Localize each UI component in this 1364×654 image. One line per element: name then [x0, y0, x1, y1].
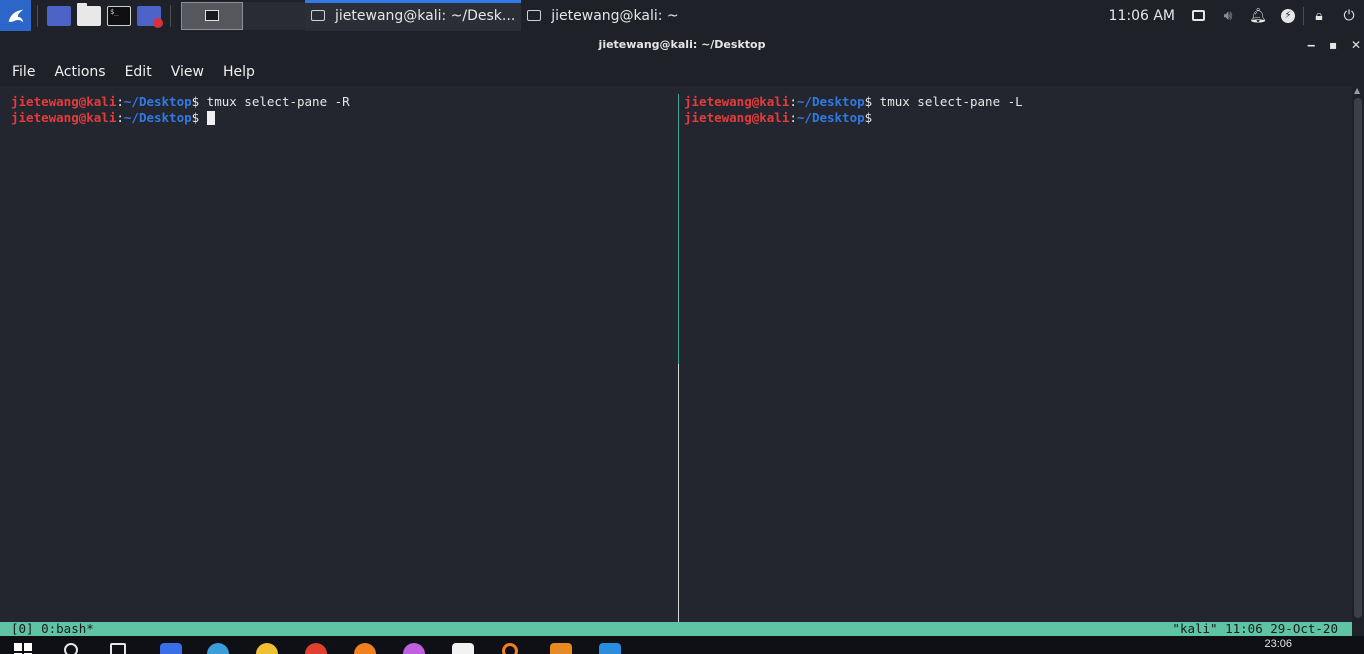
menu-file[interactable]: File	[12, 64, 35, 80]
status-pad	[1352, 622, 1364, 636]
prompt-user: jietewang@kali	[11, 94, 117, 109]
prompt-user: jietewang@kali	[11, 110, 117, 125]
menu-actions[interactable]: Actions	[54, 64, 105, 80]
menu-view[interactable]: View	[171, 64, 204, 80]
kali-menu-button[interactable]	[0, 0, 31, 31]
task-view-icon[interactable]	[110, 643, 126, 654]
task-label: jietewang@kali: ~/Desk...	[335, 7, 516, 24]
terminal-launcher-icon[interactable]	[107, 5, 131, 26]
terminal-area[interactable]: jietewang@kali:~/Desktop$ tmux select-pa…	[0, 86, 1352, 622]
volume-icon[interactable]: 🔊︎	[1213, 0, 1243, 31]
prompt-colon: :	[789, 94, 797, 109]
host-clock[interactable]: 23:06	[1264, 638, 1292, 650]
terminal-line: jietewang@kali:~/Desktop$ tmux select-pa…	[684, 94, 1348, 110]
panel-separator	[37, 4, 38, 27]
minimize-button[interactable]: ‒	[1307, 31, 1315, 58]
prompt-path: ~/Desktop	[796, 94, 865, 109]
prompt-path: ~/Desktop	[123, 110, 192, 125]
tmux-pane-left[interactable]: jietewang@kali:~/Desktop$ tmux select-pa…	[11, 94, 675, 126]
prompt-colon: :	[116, 94, 124, 109]
chrome-icon[interactable]	[305, 643, 327, 654]
menubar: File Actions Edit View Help	[0, 58, 1364, 86]
vscode-icon[interactable]	[599, 643, 621, 654]
host-taskbar: 23:06	[0, 636, 1364, 654]
prompt-path: ~/Desktop	[796, 110, 865, 125]
kali-dragon-icon	[8, 9, 23, 22]
task-label: jietewang@kali: ~	[551, 7, 679, 24]
terminal-line: jietewang@kali:~/Desktop$	[11, 110, 675, 126]
close-button[interactable]: ✕	[1351, 31, 1361, 58]
task-terminal-desktop[interactable]: jietewang@kali: ~/Desk...	[305, 0, 522, 31]
tmux-window-list: [0] 0:bash*	[11, 621, 94, 636]
menu-edit[interactable]: Edit	[125, 64, 152, 80]
lock-icon[interactable]: 🔒︎	[1304, 0, 1334, 31]
window-thumbnail-icon	[205, 10, 219, 21]
scroll-up-arrow-icon[interactable]: ▲	[1354, 86, 1360, 95]
logout-icon[interactable]: ⏻	[1334, 0, 1364, 31]
prompt-dollar: $	[864, 110, 873, 125]
prompt-path: ~/Desktop	[123, 94, 192, 109]
virtualbox-icon[interactable]	[550, 643, 572, 654]
top-panel: jietewang@kali: ~/Desk... jietewang@kali…	[0, 0, 1364, 31]
prompt-user: jietewang@kali	[684, 110, 790, 125]
show-desktop-icon[interactable]	[47, 5, 71, 26]
screen-recorder-icon[interactable]	[137, 5, 163, 28]
system-tray: 11:06 AM 🔊︎ 🔔︎ ⚡︎ 🔒︎ ⏻	[1109, 0, 1364, 31]
app-icon[interactable]	[502, 643, 518, 654]
notification-bell-icon[interactable]: 🔔︎	[1243, 0, 1273, 31]
terminal-line: jietewang@kali:~/Desktop$ tmux select-pa…	[11, 94, 675, 110]
panel-separator	[170, 4, 171, 27]
window-title: jietewang@kali: ~/Desktop	[598, 38, 766, 51]
app-store-icon[interactable]	[160, 643, 182, 654]
workspace-1[interactable]	[181, 1, 243, 30]
text-cursor	[207, 111, 216, 125]
command-text: tmux select-pane -L	[872, 94, 1023, 109]
prompt-dollar: $	[191, 110, 200, 125]
maximize-button[interactable]: ▪	[1329, 31, 1337, 58]
command-text: tmux select-pane -R	[199, 94, 350, 109]
scroll-thumb[interactable]	[1354, 98, 1362, 618]
windows-start-icon[interactable]	[14, 643, 36, 654]
tmux-pane-right[interactable]: jietewang@kali:~/Desktop$ tmux select-pa…	[684, 94, 1348, 126]
terminal-scrollbar[interactable]: ▲	[1352, 86, 1364, 622]
prompt-colon: :	[789, 110, 797, 125]
tmux-status-bar: [0] 0:bash* "kali" 11:06 29-Oct-20	[0, 622, 1352, 636]
notepad-icon[interactable]	[452, 643, 474, 654]
prompt-colon: :	[116, 110, 124, 125]
pane-divider-active	[678, 94, 679, 364]
file-manager-icon[interactable]	[77, 2, 101, 26]
tmux-status-right: "kali" 11:06 29-Oct-20	[1172, 621, 1338, 636]
window-titlebar[interactable]: jietewang@kali: ~/Desktop	[0, 31, 1364, 58]
terminal-line: jietewang@kali:~/Desktop$	[684, 110, 1348, 126]
terminal-window-icon	[311, 10, 325, 21]
kodi-icon[interactable]	[207, 643, 229, 654]
task-terminal-home[interactable]: jietewang@kali: ~	[521, 0, 684, 31]
panel-clock[interactable]: 11:06 AM	[1109, 8, 1175, 24]
browser-icon[interactable]	[403, 643, 425, 654]
terminal-window-icon	[527, 10, 542, 21]
menu-help[interactable]: Help	[223, 64, 255, 80]
display-icon[interactable]	[1183, 0, 1213, 31]
search-icon[interactable]	[64, 643, 78, 654]
edge-icon[interactable]	[256, 643, 278, 654]
firefox-icon[interactable]	[354, 643, 376, 654]
prompt-user: jietewang@kali	[684, 94, 790, 109]
workspace-2[interactable]	[243, 1, 305, 30]
power-manager-icon[interactable]: ⚡︎	[1273, 0, 1303, 31]
